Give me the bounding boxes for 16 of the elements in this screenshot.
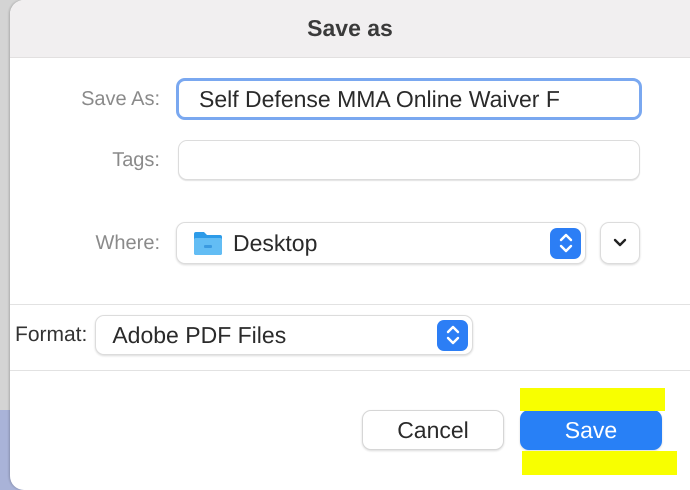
field-label: Where:: [94, 231, 160, 256]
folder-icon: [193, 230, 223, 256]
expand-button[interactable]: [600, 222, 640, 264]
dialog-title: Save as: [307, 14, 393, 44]
field-label: Save As:: [80, 87, 160, 112]
tags-field[interactable]: [178, 140, 640, 180]
save-button[interactable]: Save: [520, 410, 662, 450]
field-label: Tags:: [111, 148, 160, 173]
stepper-icon: [437, 320, 468, 350]
name-field[interactable]: Self Defense MMA Online Waiver F: [176, 78, 642, 120]
chevron-icon: [613, 238, 627, 248]
format-popup[interactable]: Adobe PDF Files: [95, 315, 474, 355]
stepper-icon: [550, 228, 581, 258]
location-popup[interactable]: Desktop: [176, 222, 586, 264]
field-label: Format:: [15, 322, 88, 348]
cancel-button[interactable]: Cancel: [362, 410, 504, 450]
